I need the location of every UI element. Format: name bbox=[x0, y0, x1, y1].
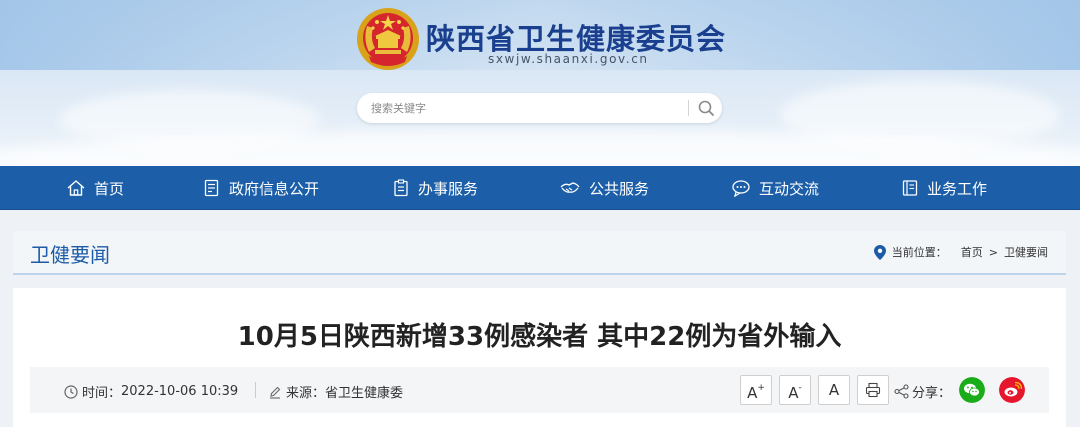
source-label: 来源： bbox=[286, 386, 326, 401]
article-card: 10月5日陕西新增33例感染者 其中22例为省外输入 时间： 2022-10-0… bbox=[13, 288, 1066, 427]
home-icon bbox=[67, 180, 85, 196]
nav-item-services[interactable]: 办事服务 bbox=[392, 166, 478, 210]
nav-label: 办事服务 bbox=[418, 179, 479, 198]
clipboard-icon bbox=[394, 179, 408, 197]
font-reset-button[interactable]: A bbox=[818, 375, 850, 405]
breadcrumb: 当前位置： 首页 > 卫健要闻 bbox=[873, 244, 1048, 260]
article-headline: 10月5日陕西新增33例感染者 其中22例为省外输入 bbox=[237, 322, 842, 352]
section-header: 卫健要闻 当前位置： 首页 > 卫健要闻 bbox=[13, 231, 1066, 275]
share-icon bbox=[894, 384, 909, 399]
edit-icon bbox=[270, 386, 281, 399]
font-increase-button[interactable]: A+ bbox=[740, 375, 772, 405]
search-input[interactable] bbox=[371, 98, 681, 118]
font-decrease-button[interactable]: A- bbox=[779, 375, 811, 405]
search-box bbox=[357, 93, 722, 123]
nav-item-public-services[interactable]: 公共服务 bbox=[559, 166, 649, 210]
site-domain: sxwjw.shaanxi.gov.cn bbox=[488, 52, 649, 66]
nav-label: 公共服务 bbox=[589, 179, 650, 198]
nav-label: 互动交流 bbox=[759, 179, 820, 198]
nav-item-business[interactable]: 业务工作 bbox=[901, 166, 987, 210]
national-emblem-logo bbox=[357, 8, 419, 70]
wechat-share-icon[interactable] bbox=[959, 377, 985, 403]
nav-item-gov-info[interactable]: 政府信息公开 bbox=[203, 166, 319, 210]
nav-item-home[interactable]: 首页 bbox=[66, 166, 124, 210]
section-title: 卫健要闻 bbox=[30, 243, 110, 267]
share-area: 分享： bbox=[894, 382, 951, 401]
font-increase-label: A bbox=[747, 384, 758, 402]
print-icon bbox=[865, 382, 881, 398]
time-value: 2022-10-06 10:39 bbox=[121, 384, 239, 399]
breadcrumb-separator: > bbox=[988, 245, 998, 259]
font-decrease-sup: - bbox=[798, 383, 802, 393]
share-label: 分享： bbox=[912, 386, 952, 401]
nav-label: 政府信息公开 bbox=[229, 179, 320, 198]
breadcrumb-current-link[interactable]: 卫健要闻 bbox=[1004, 244, 1048, 260]
time-label: 时间： bbox=[82, 386, 122, 401]
main-nav: 首页 政府信息公开 办事服务 公共服务 互动交流 业务工作 bbox=[0, 166, 1080, 210]
font-increase-sup: + bbox=[757, 383, 765, 393]
article-source: 来源： 省卫生健康委 bbox=[268, 382, 403, 401]
search-icon[interactable] bbox=[695, 97, 717, 119]
weibo-share-icon[interactable] bbox=[999, 377, 1025, 403]
breadcrumb-home-link[interactable]: 首页 bbox=[961, 244, 983, 260]
nav-label: 首页 bbox=[94, 179, 125, 198]
source-value: 省卫生健康委 bbox=[325, 386, 404, 401]
site-header: 陕西省卫生健康委员会 sxwjw.shaanxi.gov.cn bbox=[0, 0, 1080, 166]
search-divider bbox=[688, 100, 689, 116]
article-meta-bar: 时间： 2022-10-06 10:39 来源： 省卫生健康委 A+ A- A bbox=[30, 367, 1049, 413]
meta-divider bbox=[255, 382, 256, 398]
clock-icon bbox=[64, 384, 78, 399]
document-list-icon bbox=[204, 179, 219, 197]
location-pin-icon bbox=[873, 244, 886, 260]
font-reset-label: A bbox=[828, 381, 840, 399]
breadcrumb-label: 当前位置： bbox=[891, 246, 947, 259]
publish-time: 时间： 2022-10-06 10:39 bbox=[64, 382, 238, 401]
nav-label: 业务工作 bbox=[927, 179, 988, 198]
chat-bubble-icon bbox=[732, 180, 750, 197]
font-decrease-label: A bbox=[788, 384, 799, 402]
nav-item-interaction[interactable]: 互动交流 bbox=[731, 166, 819, 210]
book-icon bbox=[902, 180, 918, 196]
handshake-icon bbox=[560, 182, 580, 193]
print-button[interactable] bbox=[857, 375, 889, 405]
